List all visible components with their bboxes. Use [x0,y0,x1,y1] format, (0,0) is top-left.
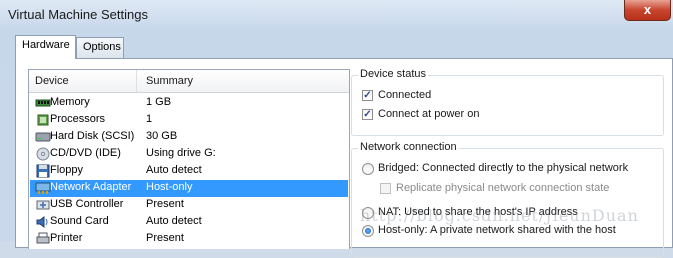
device-summary: 1 GB [146,96,172,108]
device-name: Network Adapter [50,181,132,193]
device-list[interactable]: Device Summary Memory 1 GB Processors 1 … [28,69,350,249]
replicate-label[interactable]: Replicate physical network connection st… [396,182,609,194]
network-connection-group: Network connection Bridged: Connected di… [351,141,664,258]
bridged-label[interactable]: Bridged: Connected directly to the physi… [378,162,628,174]
tab-hardware[interactable]: Hardware [15,35,76,59]
device-summary: Auto detect [146,164,202,176]
connect-at-power-on-checkbox[interactable]: ✓ [362,109,373,120]
connected-label[interactable]: Connected [378,89,431,101]
device-row-sound-card[interactable]: Sound Card Auto detect [30,214,348,231]
memory-icon [35,99,51,107]
watermark: http://blog.csdn.net/JieunDuan [360,206,639,225]
column-separator[interactable] [136,70,137,92]
device-name: Floppy [50,164,84,176]
column-summary[interactable]: Summary [146,75,193,87]
device-summary: Present [146,198,184,210]
device-summary: 30 GB [146,130,178,142]
processor-icon [37,114,49,126]
device-summary: 1 [146,113,153,125]
device-row-floppy[interactable]: Floppy Auto detect [30,163,348,180]
device-name: Printer [50,232,83,244]
tab-options[interactable]: Options [76,37,124,58]
device-name: Processors [50,113,106,125]
device-status-group: Device status ✓ Connected ✓ Connect at p… [351,68,664,136]
device-status-legend: Device status [358,68,429,80]
device-row-hard-disk[interactable]: Hard Disk (SCSI) 30 GB [30,129,348,146]
sound-card-icon [36,216,48,228]
connect-at-power-on-label[interactable]: Connect at power on [378,108,480,120]
device-summary: Using drive G: [146,147,216,159]
device-row-cd-dvd[interactable]: CD/DVD (IDE) Using drive G: [30,146,348,163]
device-row-memory[interactable]: Memory 1 GB [30,95,348,112]
floppy-icon [36,164,50,178]
printer-icon [36,232,50,244]
usb-icon [36,200,50,210]
device-summary: Present [146,232,184,244]
device-row-usb-controller[interactable]: USB Controller Present [30,197,348,214]
host-only-label[interactable]: Host-only: A private network shared with… [378,224,616,236]
device-name: USB Controller [50,198,124,210]
hard-disk-icon [35,132,51,142]
device-name: Memory [50,96,90,108]
replicate-checkbox[interactable] [380,183,391,194]
column-device[interactable]: Device [35,75,69,87]
device-name: Hard Disk (SCSI) [50,130,135,142]
cd-dvd-icon [36,147,50,161]
device-name: Sound Card [50,215,109,227]
network-adapter-icon [35,182,51,194]
network-connection-legend: Network connection [358,141,459,153]
device-summary: Host-only [146,181,193,193]
device-summary: Auto detect [146,215,202,227]
device-row-network-adapter[interactable]: Network Adapter Host-only [30,180,348,197]
bridged-radio[interactable] [362,163,374,175]
connected-checkbox[interactable]: ✓ [362,90,373,101]
device-name: CD/DVD (IDE) [50,147,121,159]
window-title: Virtual Machine Settings [8,7,148,22]
device-row-processors[interactable]: Processors 1 [30,112,348,129]
device-list-header: Device Summary [29,70,349,93]
close-button[interactable]: x [624,0,671,21]
device-row-printer[interactable]: Printer Present [30,231,348,248]
host-only-radio[interactable] [362,225,374,237]
vm-settings-window: Virtual Machine Settings x Hardware Opti… [0,0,673,258]
